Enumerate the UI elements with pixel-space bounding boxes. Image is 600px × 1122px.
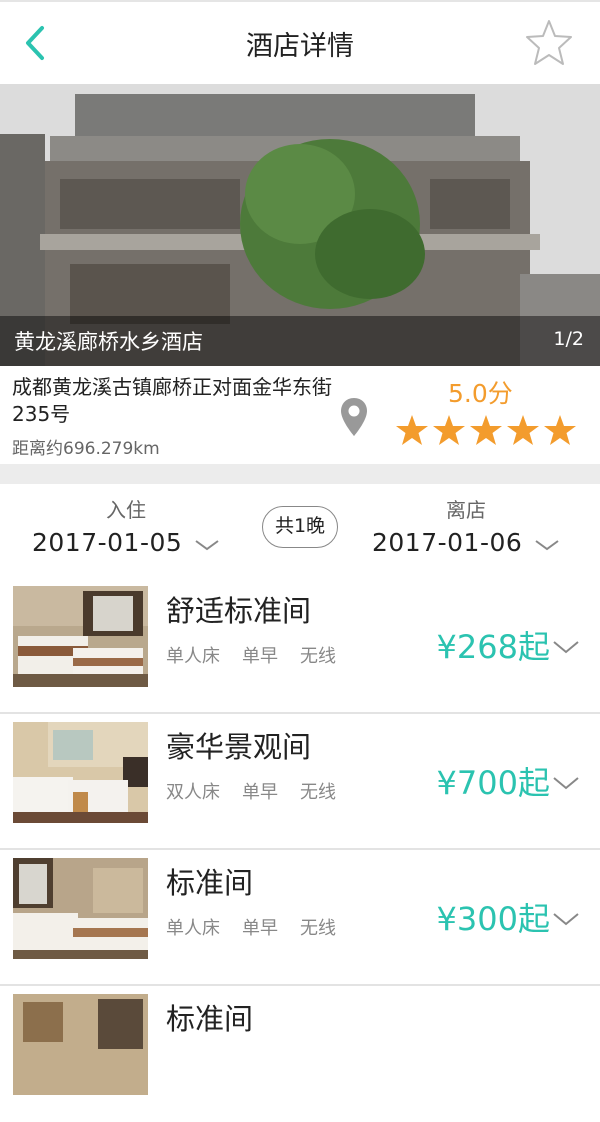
rating-score: 5.0分 [448, 379, 513, 408]
photo-caption-bar: 黄龙溪廊桥水乡酒店 1/2 [0, 316, 600, 366]
room-item[interactable]: 舒适标准间 单人床 单早 无线 ¥268起 [0, 578, 600, 714]
photo-counter: 1/2 [553, 328, 584, 350]
room-tag: 单人床 [166, 646, 220, 667]
room-tags: 单人床 单早 无线 [166, 642, 358, 668]
room-tags: 单人床 单早 无线 [166, 914, 358, 940]
rating-stars-icon [396, 415, 576, 445]
top-bar: 酒店详情 [0, 0, 600, 84]
checkout-date[interactable]: 2017-01-06 [372, 528, 522, 557]
room-tag: 无线 [300, 918, 336, 939]
checkout-label: 离店 [446, 498, 486, 522]
room-tag: 单人床 [166, 918, 220, 939]
map-pin-icon[interactable] [339, 396, 369, 438]
chevron-down-icon[interactable] [534, 538, 560, 552]
room-name: 豪华景观间 [166, 730, 312, 764]
checkin-date[interactable]: 2017-01-05 [32, 528, 182, 557]
room-price: ¥300起 [436, 900, 550, 938]
hotel-name: 黄龙溪廊桥水乡酒店 [14, 330, 203, 354]
section-divider [0, 464, 600, 484]
room-photo [13, 586, 148, 687]
room-tag: 单早 [242, 918, 278, 939]
room-name: 标准间 [166, 1002, 254, 1036]
room-tag: 单早 [242, 646, 278, 667]
room-tag: 双人床 [166, 782, 220, 803]
chevron-down-icon[interactable] [552, 911, 580, 927]
room-name: 标准间 [166, 866, 254, 900]
hotel-distance: 距离约696.279km [12, 439, 160, 459]
room-price: ¥268起 [436, 628, 550, 666]
date-selector: 入住 2017-01-05 共1晚 离店 2017-01-06 [0, 484, 600, 578]
room-tag: 无线 [300, 782, 336, 803]
room-photo [13, 858, 148, 959]
room-name: 舒适标准间 [166, 594, 312, 628]
star-outline-icon[interactable] [524, 18, 574, 68]
room-item[interactable]: 标准间 [0, 986, 600, 1122]
room-item[interactable]: 标准间 单人床 单早 无线 ¥300起 [0, 850, 600, 986]
room-tag: 单早 [242, 782, 278, 803]
hotel-photo-carousel[interactable]: 黄龙溪廊桥水乡酒店 1/2 [0, 84, 600, 366]
room-photo [13, 994, 148, 1095]
room-item[interactable]: 豪华景观间 双人床 单早 无线 ¥700起 [0, 714, 600, 850]
page-title: 酒店详情 [246, 31, 354, 62]
room-tags: 双人床 单早 无线 [166, 778, 358, 804]
nights-badge: 共1晚 [262, 506, 338, 548]
room-tag: 无线 [300, 646, 336, 667]
chevron-down-icon[interactable] [552, 775, 580, 791]
checkin-label: 入住 [106, 498, 146, 522]
hotel-address: 成都黄龙溪古镇廊桥正对面金华东街235号 [12, 375, 332, 426]
chevron-down-icon[interactable] [552, 639, 580, 655]
hotel-info: 成都黄龙溪古镇廊桥正对面金华东街235号 距离约696.279km 5.0分 [0, 366, 600, 464]
room-price: ¥700起 [436, 764, 550, 802]
room-photo [13, 722, 148, 823]
chevron-down-icon[interactable] [194, 538, 220, 552]
